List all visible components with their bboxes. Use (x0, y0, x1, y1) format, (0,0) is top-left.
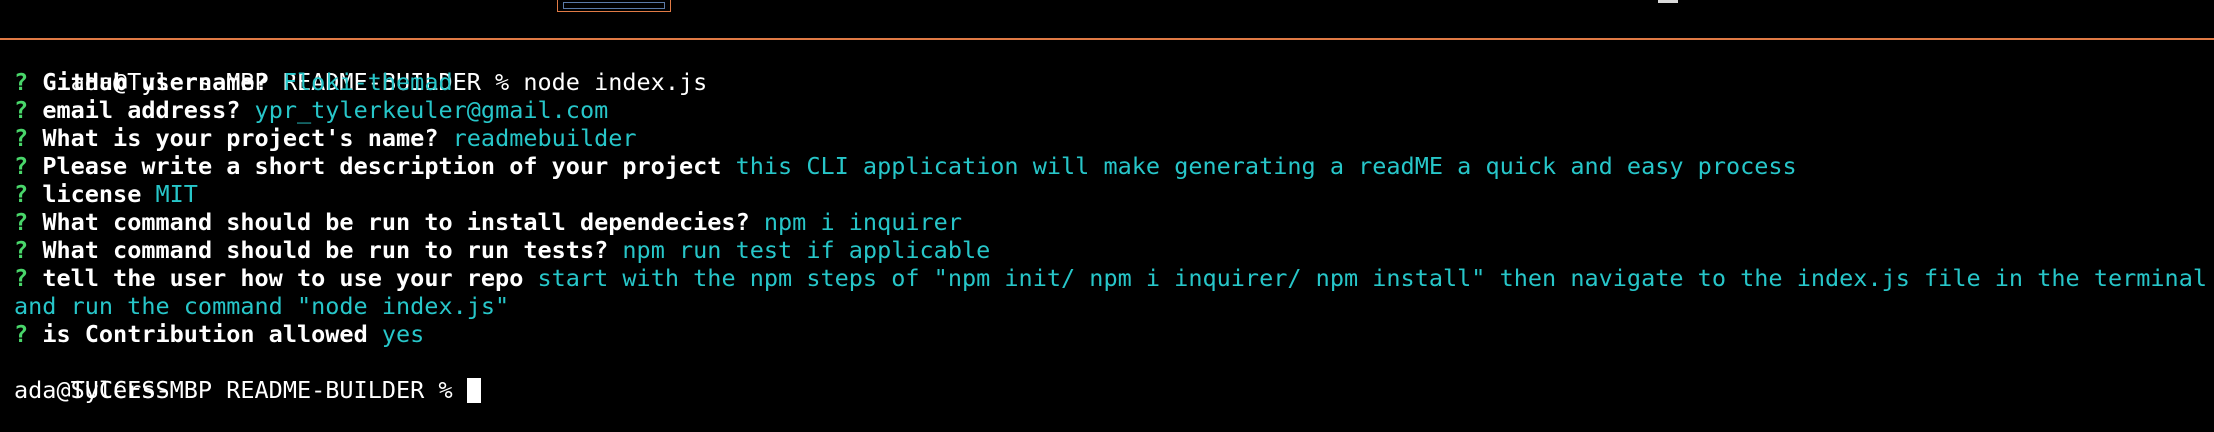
prompt-answer-continued: and run the command "node index.js" (14, 292, 510, 320)
prompt-answer: readmebuilder (452, 124, 637, 152)
terminal-cursor (466, 378, 481, 403)
prompt-label: What is your project's name? (42, 124, 439, 152)
terminal-output[interactable]: ada@Tylers-MBP README-BUILDER % node ind… (14, 40, 2207, 404)
prompt-answer: npm i inquirer (763, 208, 962, 236)
prompt-answer: MIT (155, 180, 198, 208)
question-marker: ? (14, 236, 29, 264)
prompt-line-tests: ? What command should be run to run test… (14, 236, 2204, 264)
prompt-line-usage: ? tell the user how to use your repo sta… (14, 264, 2207, 292)
question-marker: ? (14, 180, 29, 208)
question-marker: ? (14, 264, 29, 292)
prompt-line-install: ? What command should be run to install … (14, 208, 2204, 236)
prompt-label: tell the user how to use your repo (42, 264, 524, 292)
question-marker: ? (14, 68, 29, 96)
top-mark (1658, 0, 1678, 3)
tab-indicator-inner (563, 2, 665, 9)
prompt-label: license (42, 180, 142, 208)
prompt-answer: Floki-themad (282, 68, 453, 96)
window-top-strip (0, 0, 2214, 40)
prompt-line-usage-continued: and run the command "node index.js" (14, 292, 2204, 320)
prompt-answer: this CLI application will make generatin… (735, 152, 1797, 180)
prompt-answer: npm run test if applicable (622, 236, 991, 264)
final-prompt-line[interactable]: ada@Tylers-MBP README-BUILDER % (14, 376, 2204, 404)
prompt-line-email: ? email address? ypr_tylerkeuler@gmail.c… (14, 96, 2204, 124)
prompt-line-description: ? Please write a short description of yo… (14, 152, 2204, 180)
question-marker: ? (14, 124, 29, 152)
question-marker: ? (14, 96, 29, 124)
prompt-line-github: ? GitHub username? Floki-themad (14, 68, 2204, 96)
status-line: SUCCESS (14, 348, 2204, 404)
prompt-answer: yes (381, 320, 425, 348)
prompt-line-project-name: ? What is your project's name? readmebui… (14, 124, 2204, 152)
prompt-label: GitHub username? (42, 68, 269, 96)
question-marker: ? (14, 320, 29, 348)
question-marker: ? (14, 208, 29, 236)
prompt-line-license: ? license MIT (14, 180, 2204, 208)
prompt-line-contribution: ? is Contribution allowed yes (14, 320, 2204, 348)
prompt-answer: start with the npm steps of "npm init/ n… (537, 264, 2208, 292)
prompt-label: What command should be run to run tests? (42, 236, 609, 264)
question-marker: ? (14, 152, 29, 180)
shell-prompt: ada@Tylers-MBP README-BUILDER % (14, 376, 467, 404)
command-line: ada@Tylers-MBP README-BUILDER % node ind… (14, 40, 2204, 96)
prompt-label: Please write a short description of your… (42, 152, 722, 180)
prompt-label: is Contribution allowed (42, 320, 368, 348)
prompt-label: What command should be run to install de… (42, 208, 750, 236)
prompt-answer: ypr_tylerkeuler@gmail.com (254, 96, 609, 124)
prompt-label: email address? (42, 96, 241, 124)
